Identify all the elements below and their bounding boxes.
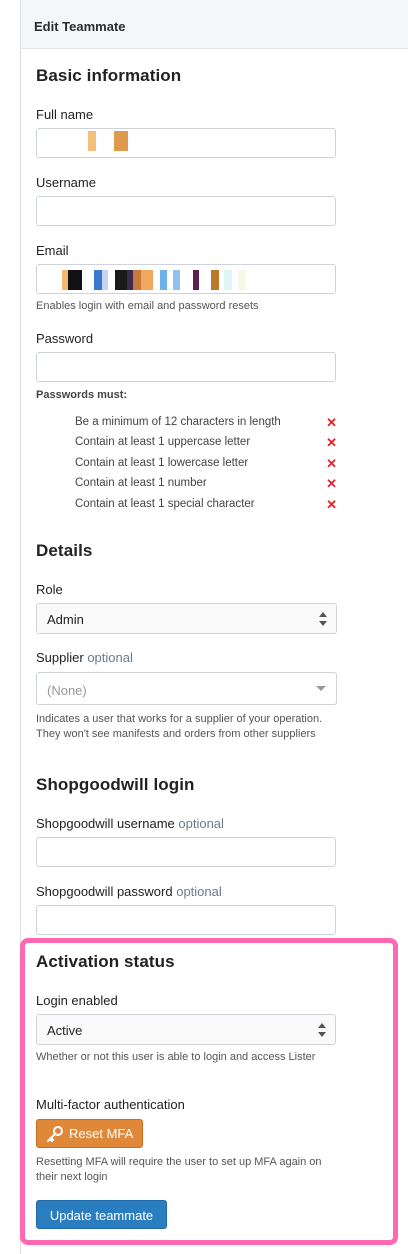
optional-tag: optional (176, 884, 222, 899)
fail-x-icon: ✕ (326, 456, 337, 471)
shopgoodwill-password-label-text: Shopgoodwill password (36, 884, 173, 899)
updown-arrows-icon (318, 1023, 326, 1037)
details-heading: Details (36, 541, 93, 560)
redacted-block (88, 131, 96, 151)
key-icon (47, 1126, 63, 1142)
shopgoodwill-username-label-text: Shopgoodwill username (36, 816, 175, 831)
rule-text: Contain at least 1 number (75, 477, 207, 489)
shopgoodwill-username-label: Shopgoodwill username optional (36, 816, 224, 831)
optional-tag: optional (87, 650, 133, 665)
password-input[interactable] (36, 352, 336, 382)
shopgoodwill-username-input[interactable] (36, 837, 336, 867)
username-input[interactable] (36, 196, 336, 226)
supplier-select[interactable]: (None) (36, 672, 337, 705)
password-rule: Contain at least 1 uppercase letter ✕ (75, 435, 337, 454)
mfa-help: Resetting MFA will require the user to s… (36, 1156, 322, 1183)
mfa-label: Multi-factor authentication (36, 1097, 185, 1112)
fail-x-icon: ✕ (326, 497, 337, 512)
rule-text: Contain at least 1 lowercase letter (75, 457, 249, 469)
supplier-placeholder: (None) (47, 683, 87, 698)
login-enabled-help: Whether or not this user is able to logi… (36, 1051, 316, 1063)
fail-x-icon: ✕ (326, 415, 337, 430)
role-select[interactable]: Admin (36, 603, 337, 634)
supplier-help: Indicates a user that works for a suppli… (36, 713, 323, 740)
login-enabled-label: Login enabled (36, 993, 118, 1008)
redacted-block (114, 131, 128, 151)
supplier-label-text: Supplier (36, 650, 84, 665)
update-teammate-button[interactable]: Update teammate (36, 1200, 167, 1229)
fail-x-icon: ✕ (326, 476, 337, 491)
fail-x-icon: ✕ (326, 435, 337, 450)
basic-info-heading: Basic information (36, 66, 182, 85)
email-label: Email (36, 243, 69, 258)
password-rules-title: Passwords must: (36, 389, 128, 401)
optional-tag: optional (178, 816, 224, 831)
login-enabled-select[interactable]: Active (36, 1014, 336, 1045)
rule-text: Contain at least 1 uppercase letter (75, 436, 251, 448)
supplier-label: Supplier optional (36, 650, 133, 665)
role-value: Admin (47, 612, 84, 627)
password-rule: Contain at least 1 number ✕ (75, 476, 337, 495)
reset-mfa-label: Reset MFA (69, 1126, 134, 1141)
password-label: Password (36, 331, 94, 346)
username-label: Username (36, 175, 96, 190)
rule-text: Contain at least 1 special character (75, 498, 255, 510)
password-rule: Contain at least 1 special character ✕ (75, 497, 337, 516)
reset-mfa-button[interactable]: Reset MFA (36, 1119, 143, 1148)
shopgoodwill-password-input[interactable] (36, 905, 336, 935)
chevron-down-icon (316, 686, 326, 691)
role-label: Role (36, 582, 63, 597)
full-name-label: Full name (36, 107, 94, 122)
login-enabled-value: Active (47, 1023, 83, 1038)
shopgoodwill-heading: Shopgoodwill login (36, 775, 195, 794)
activation-highlight (20, 938, 398, 1245)
rule-text: Be a minimum of 12 characters in length (75, 416, 281, 428)
shopgoodwill-password-label: Shopgoodwill password optional (36, 884, 222, 899)
full-name-input[interactable] (36, 128, 336, 158)
activation-heading: Activation status (36, 952, 175, 971)
password-rule: Be a minimum of 12 characters in length … (75, 415, 337, 434)
password-rule: Contain at least 1 lowercase letter ✕ (75, 456, 337, 475)
updown-arrows-icon (319, 612, 327, 626)
panel-title: Edit Teammate (21, 0, 408, 49)
email-help: Enables login with email and password re… (36, 300, 259, 312)
